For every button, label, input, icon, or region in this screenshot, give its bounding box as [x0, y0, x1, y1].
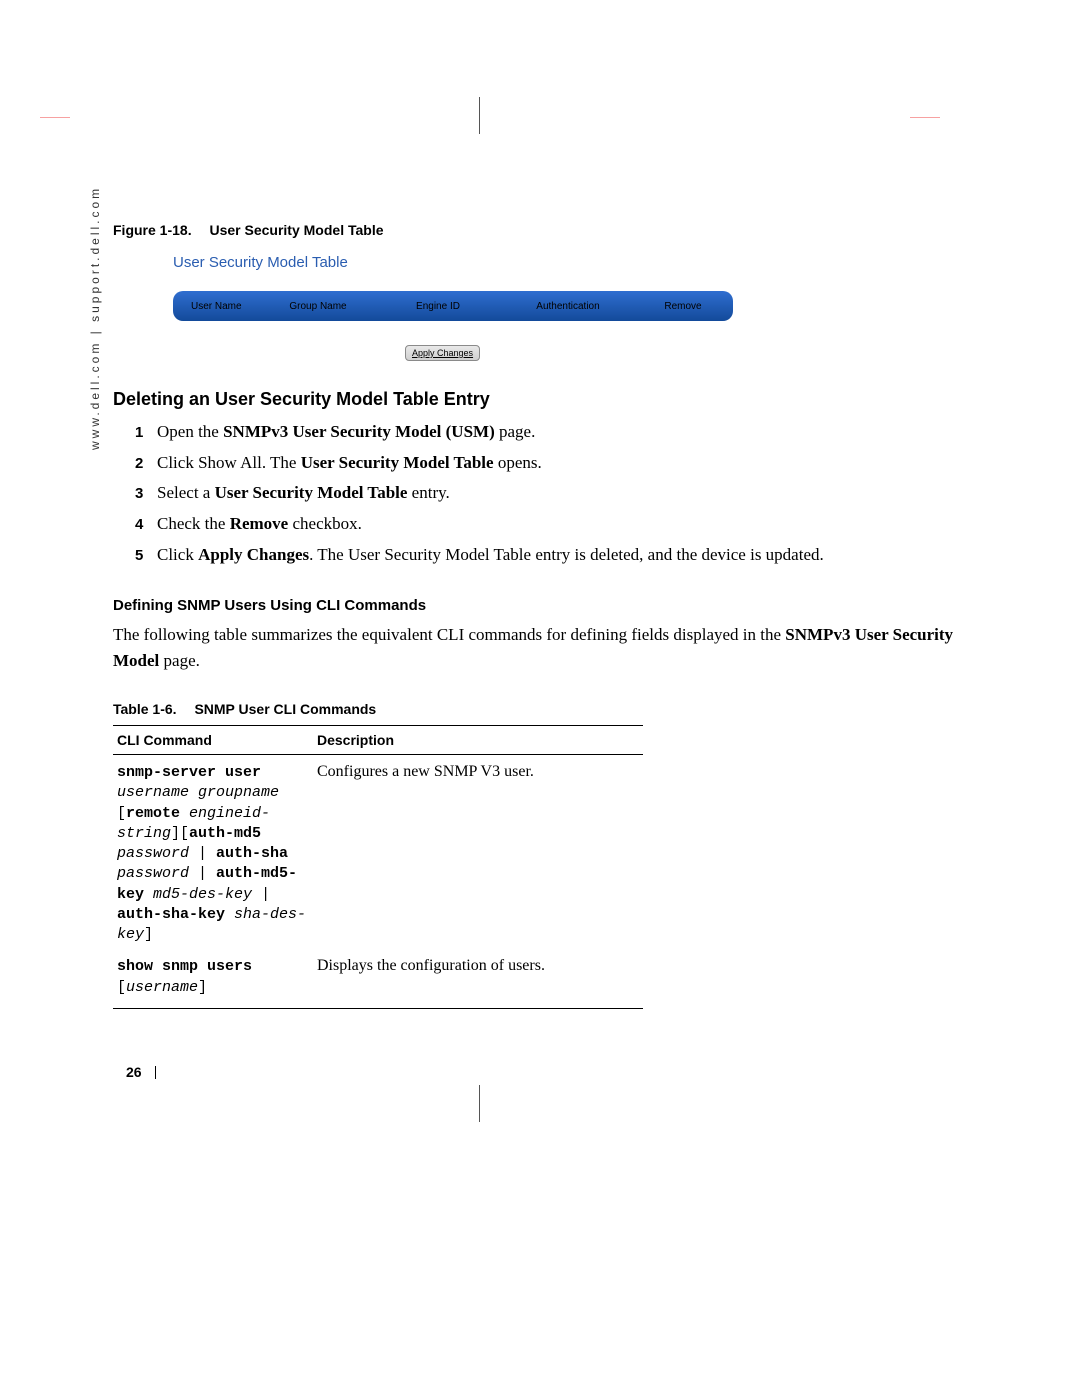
intro-paragraph: The following table summarizes the equiv… — [113, 622, 983, 673]
cli-text: ] — [198, 979, 207, 996]
apply-changes-button[interactable]: Apply Changes — [405, 345, 480, 361]
cli-description-cell: Displays the configuration of users. — [313, 949, 643, 1008]
cli-arg: password — [117, 845, 189, 862]
cli-keyword: snmp-server user — [117, 764, 261, 781]
crop-mark — [479, 1085, 480, 1122]
step-bold: Remove — [230, 514, 289, 533]
cli-text: | — [189, 845, 216, 862]
subheading: Defining SNMP Users Using CLI Commands — [113, 597, 983, 614]
step-bold: User Security Model Table — [215, 483, 408, 502]
step-text: Select a — [157, 483, 215, 502]
cli-command-code: show snmp users [username] — [117, 957, 309, 998]
figure-caption: Figure 1-18. User Security Model Table — [113, 222, 983, 238]
cli-keyword: auth-sha-key — [117, 906, 225, 923]
panel-title: User Security Model Table — [173, 254, 733, 271]
steps-list: 1Open the SNMPv3 User Security Model (US… — [135, 420, 983, 567]
col-header-group: Group Name — [263, 301, 373, 312]
step-number: 2 — [135, 453, 157, 475]
step-body: Open the SNMPv3 User Security Model (USM… — [157, 420, 983, 445]
step-number: 4 — [135, 514, 157, 536]
col-header-description: Description — [313, 726, 643, 755]
crop-mark — [40, 117, 70, 118]
panel-table-header: User Name Group Name Engine ID Authentic… — [173, 291, 733, 321]
cli-text: | — [252, 886, 270, 903]
crop-mark — [910, 117, 940, 118]
step-bold: Apply Changes — [198, 545, 309, 564]
step-number: 1 — [135, 422, 157, 444]
step-body: Click Show All. The User Security Model … — [157, 451, 983, 476]
cli-keyword: auth-sha — [216, 845, 288, 862]
footer-separator — [155, 1066, 156, 1079]
col-header-remove: Remove — [633, 301, 733, 312]
section-heading: Deleting an User Security Model Table En… — [113, 389, 983, 410]
page-number: 26 — [126, 1064, 142, 1080]
step-item: 4Check the Remove checkbox. — [135, 512, 983, 537]
cli-keyword: key — [117, 886, 144, 903]
col-header-auth: Authentication — [503, 301, 633, 312]
cli-arg: username — [126, 979, 198, 996]
step-bold: SNMPv3 User Security Model (USM) — [223, 422, 495, 441]
table-title: SNMP User CLI Commands — [194, 701, 376, 717]
cli-text — [144, 886, 153, 903]
step-text-tail: checkbox. — [288, 514, 362, 533]
table-row: show snmp users [username]Displays the c… — [113, 949, 643, 1008]
step-body: Select a User Security Model Table entry… — [157, 481, 983, 506]
step-body: Check the Remove checkbox. — [157, 512, 983, 537]
page-footer: 26 — [126, 1064, 166, 1080]
table-caption: Table 1-6. SNMP User CLI Commands — [113, 701, 983, 717]
step-text: Check the — [157, 514, 230, 533]
cli-arg: sha-des- — [234, 906, 306, 923]
page-content: Figure 1-18. User Security Model Table U… — [113, 222, 983, 1009]
cli-arg: md5-des-key — [153, 886, 252, 903]
step-number: 3 — [135, 483, 157, 505]
cli-text: | — [189, 865, 216, 882]
table-row: snmp-server user username groupname [rem… — [113, 755, 643, 950]
cli-keyword: show snmp users — [117, 958, 252, 975]
sidebar-url: www.dell.com | support.dell.com — [88, 186, 102, 450]
cli-text — [180, 805, 189, 822]
cli-keyword: auth-md5 — [189, 825, 261, 842]
step-body: Click Apply Changes. The User Security M… — [157, 543, 983, 568]
cli-table: CLI Command Description snmp-server user… — [113, 725, 643, 1009]
step-number: 5 — [135, 545, 157, 567]
crop-mark — [479, 97, 480, 134]
step-text: Click Show All. The — [157, 453, 301, 472]
cli-text: [ — [117, 979, 126, 996]
cli-command-cell: snmp-server user username groupname [rem… — [113, 755, 313, 950]
cli-text: [ — [117, 805, 126, 822]
step-text-tail: . The User Security Model Table entry is… — [309, 545, 824, 564]
cli-command-cell: show snmp users [username] — [113, 949, 313, 1008]
col-header-command: CLI Command — [113, 726, 313, 755]
table-label: Table 1-6. — [113, 701, 177, 717]
cli-arg: password — [117, 865, 189, 882]
step-text: Open the — [157, 422, 223, 441]
cli-description-cell: Configures a new SNMP V3 user. — [313, 755, 643, 950]
step-text-tail: page. — [495, 422, 536, 441]
cli-arg: key — [117, 926, 144, 943]
cli-keyword: remote — [126, 805, 180, 822]
step-item: 1Open the SNMPv3 User Security Model (US… — [135, 420, 983, 445]
step-bold: User Security Model Table — [301, 453, 494, 472]
cli-arg: engineid- — [189, 805, 270, 822]
para-text-tail: page. — [159, 651, 200, 670]
cli-arg: string — [117, 825, 171, 842]
cli-text — [225, 906, 234, 923]
cli-arg: username groupname — [117, 784, 279, 801]
cli-text: ] — [144, 926, 153, 943]
col-header-user: User Name — [173, 301, 263, 312]
figure-label: Figure 1-18. — [113, 222, 192, 238]
step-item: 2Click Show All. The User Security Model… — [135, 451, 983, 476]
figure-panel: User Security Model Table User Name Grou… — [173, 254, 733, 361]
step-text-tail: entry. — [407, 483, 449, 502]
col-header-engine: Engine ID — [373, 301, 503, 312]
cli-text: ][ — [171, 825, 189, 842]
cli-command-code: snmp-server user username groupname [rem… — [117, 763, 309, 945]
step-text: Click — [157, 545, 198, 564]
step-item: 5Click Apply Changes. The User Security … — [135, 543, 983, 568]
cli-keyword: auth-md5- — [216, 865, 297, 882]
figure-title: User Security Model Table — [209, 222, 383, 238]
step-item: 3Select a User Security Model Table entr… — [135, 481, 983, 506]
step-text-tail: opens. — [494, 453, 542, 472]
para-text: The following table summarizes the equiv… — [113, 625, 785, 644]
